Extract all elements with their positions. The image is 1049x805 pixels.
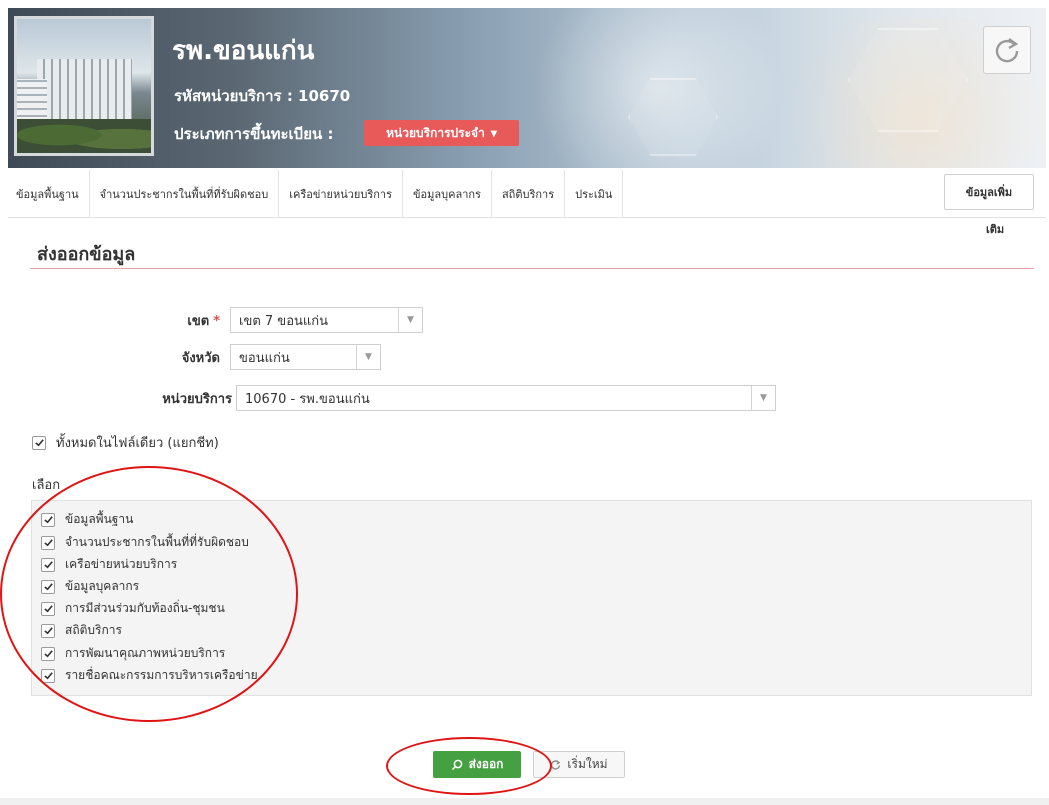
all-in-one-label: ทั้งหมดในไฟล์เดียว (แยกชีท) [56,436,219,451]
registration-type-value: หน่วยบริการประจำ [386,125,485,140]
province-select-value: ขอนแก่น [239,350,290,366]
check-icon [43,672,53,680]
option-checkbox[interactable] [41,579,55,594]
caret-down-icon: ▼ [356,345,380,369]
all-in-one-checkbox[interactable] [32,435,46,450]
page-title: ส่งออกข้อมูล [37,244,136,265]
check-icon [43,605,53,613]
option-quality-development[interactable]: การพัฒนาคุณภาพหน่วยบริการ [41,644,225,663]
option-personnel[interactable]: ข้อมูลบุคลากร [41,577,139,596]
tab-population[interactable]: จำนวนประชากรในพื้นที่ที่รับผิดชอบ [90,170,280,218]
zone-select-value: เขต 7 ขอนแก่น [239,313,329,329]
province-row: จังหวัด ขอนแก่น ▼ [140,344,381,370]
refresh-button[interactable] [983,26,1031,74]
option-checkbox[interactable] [41,668,55,683]
option-network-committee[interactable]: รายชื่อคณะกรรมการบริหารเครือข่าย [41,666,258,685]
registration-type-label: ประเภทการขึ้นทะเบียน : [174,125,334,143]
option-label: รายชื่อคณะกรรมการบริหารเครือข่าย [65,668,258,682]
option-label: จำนวนประชากรในพื้นที่ที่รับผิดชอบ [65,535,249,549]
check-icon [43,539,53,547]
tab-assessment[interactable]: ประเมิน [565,170,624,218]
tab-service-statistics[interactable]: สถิติบริการ [492,170,566,218]
option-label: การพัฒนาคุณภาพหน่วยบริการ [65,646,226,660]
export-label: ส่งออก [468,757,504,771]
option-population[interactable]: จำนวนประชากรในพื้นที่ที่รับผิดชอบ [41,533,249,552]
option-service-network[interactable]: เครือข่ายหน่วยบริการ [41,555,177,574]
option-checkbox[interactable] [41,512,55,527]
required-marker: * [213,313,220,329]
tab-basic-info[interactable]: ข้อมูลพื้นฐาน [8,170,90,218]
choose-label: เลือก [32,478,61,493]
check-icon [43,516,53,524]
option-label: เครือข่ายหน่วยบริการ [65,557,178,571]
more-info-button-overflow: เติม [986,223,1005,236]
option-label: สถิติบริการ [65,623,122,637]
zone-select[interactable]: เขต 7 ขอนแก่น ▼ [230,307,423,333]
province-select[interactable]: ขอนแก่น ▼ [230,344,381,370]
zone-row: เขต * เขต 7 ขอนแก่น ▼ [140,307,423,333]
reset-button[interactable]: เริ่มใหม่ [533,751,625,778]
refresh-icon [995,38,1019,63]
caret-down-icon: ▼ [398,308,422,332]
check-icon [43,650,53,658]
option-label: ข้อมูลพื้นฐาน [65,512,134,526]
check-icon [43,561,53,569]
option-label: การมีส่วนร่วมกับท้องถิ่น-ชุมชน [65,601,225,615]
unit-row: หน่วยบริการ 10670 - รพ.ขอนแก่น ▼ [140,385,776,411]
title-divider [30,268,1034,269]
tab-personnel[interactable]: ข้อมูลบุคลากร [403,170,492,218]
more-info-button[interactable]: ข้อมูลเพิ่ม [944,174,1034,210]
unit-select[interactable]: 10670 - รพ.ขอนแก่น ▼ [236,385,776,411]
province-label: จังหวัด [181,350,220,366]
option-checkbox[interactable] [41,535,55,550]
registration-type-dropdown[interactable]: หน่วยบริการประจำ ▾ [364,120,519,146]
hospital-banner [8,8,1046,168]
unit-label: หน่วยบริการ [162,391,232,407]
refresh-icon [551,760,561,770]
check-icon [43,627,53,635]
option-checkbox[interactable] [41,623,55,638]
hospital-name: รพ.ขอนแก่น [172,36,315,66]
search-icon [451,759,462,770]
unit-code: รหัสหน่วยบริการ : 10670 [174,87,351,105]
option-label: ข้อมูลบุคลากร [65,579,140,593]
tab-service-network[interactable]: เครือข่ายหน่วยบริการ [279,170,404,218]
all-in-one-option[interactable]: ทั้งหมดในไฟล์เดียว (แยกชีท) [32,432,219,453]
reset-label: เริ่มใหม่ [567,757,608,771]
option-basic-info[interactable]: ข้อมูลพื้นฐาน [41,510,133,529]
main-nav: ข้อมูลพื้นฐาน จำนวนประชากรในพื้นที่ที่รั… [8,170,1046,218]
option-checkbox[interactable] [41,601,55,616]
option-community-participation[interactable]: การมีส่วนร่วมกับท้องถิ่น-ชุมชน [41,599,225,618]
unit-select-value: 10670 - รพ.ขอนแก่น [245,391,370,407]
zone-label: เขต * [187,313,220,329]
hospital-photo [14,16,154,156]
option-checkbox[interactable] [41,646,55,661]
option-checkbox[interactable] [41,557,55,572]
page-bottom-edge [0,798,1049,805]
check-icon [43,583,53,591]
check-icon [34,439,44,447]
option-service-statistics[interactable]: สถิติบริการ [41,621,122,640]
caret-down-icon: ▼ [751,386,775,410]
caret-down-icon: ▾ [490,126,497,140]
export-button[interactable]: ส่งออก [433,751,521,778]
